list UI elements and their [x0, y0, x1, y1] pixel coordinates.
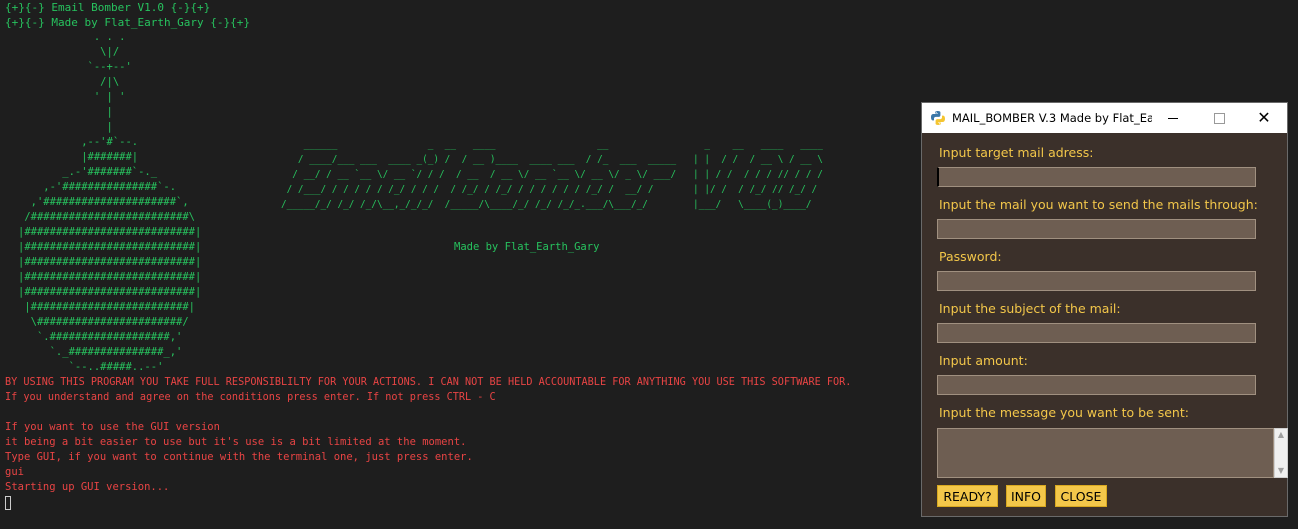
- message-textarea[interactable]: [937, 428, 1274, 478]
- user-input-echo: gui: [5, 466, 24, 478]
- scroll-down-icon[interactable]: ▼: [1275, 465, 1287, 477]
- message-scrollbar[interactable]: ▲ ▼: [1274, 428, 1288, 478]
- disclaimer-text: BY USING THIS PROGRAM YOU TAKE FULL RESP…: [5, 377, 852, 388]
- target-mail-input[interactable]: [937, 167, 1256, 187]
- target-mail-label: Input target mail adress:: [939, 145, 1094, 160]
- mail-bomber-window: MAIL_BOMBER V.3 Made by Flat_Ea... ✕ Inp…: [921, 102, 1288, 517]
- message-label: Input the message you want to be sent:: [939, 405, 1189, 420]
- amount-input[interactable]: [937, 375, 1256, 395]
- gui-info-line-3: Type GUI, if you want to continue with t…: [5, 451, 473, 463]
- gui-info-line-2: it being a bit easier to use but it's us…: [5, 436, 467, 448]
- minimize-icon: [1168, 117, 1178, 119]
- maximize-icon: [1213, 112, 1225, 124]
- window-titlebar[interactable]: MAIL_BOMBER V.3 Made by Flat_Ea... ✕: [922, 103, 1287, 133]
- sender-mail-input[interactable]: [937, 219, 1256, 239]
- maximize-button[interactable]: [1196, 103, 1242, 133]
- startup-message: Starting up GUI version...: [5, 481, 170, 493]
- sender-mail-label: Input the mail you want to send the mail…: [939, 197, 1258, 212]
- ready-button[interactable]: READY?: [937, 485, 998, 507]
- python-icon: [931, 111, 945, 125]
- terminal-cursor[interactable]: [5, 496, 11, 510]
- minimize-button[interactable]: [1150, 103, 1196, 133]
- subject-input[interactable]: [937, 323, 1256, 343]
- art-credit: Made by Flat_Earth_Gary: [454, 241, 600, 253]
- close-icon: ✕: [1257, 108, 1271, 127]
- window-close-button[interactable]: ✕: [1241, 103, 1287, 133]
- gui-info-line-1: If you want to use the GUI version: [5, 421, 220, 433]
- password-label: Password:: [939, 249, 1002, 264]
- bomb-ascii-art: . . . \|/ `--+--' /|\ ' | ' | | ,--'#`--…: [18, 31, 202, 373]
- scroll-up-icon[interactable]: ▲: [1275, 429, 1287, 441]
- close-button[interactable]: CLOSE: [1055, 485, 1107, 507]
- amount-label: Input amount:: [939, 353, 1028, 368]
- agree-prompt: If you understand and agree on the condi…: [5, 392, 496, 403]
- subject-label: Input the subject of the mail:: [939, 301, 1121, 316]
- password-input[interactable]: [937, 271, 1256, 291]
- title-ascii-art: ______ _ __ ____ __ _ __ ____ ____ / ___…: [281, 139, 823, 210]
- header-line-2: {+}{-} Made by Flat_Earth_Gary {-}{+}: [5, 16, 251, 29]
- header-line-1: {+}{-} Email Bomber V1.0 {-}{+}: [5, 1, 211, 14]
- window-title: MAIL_BOMBER V.3 Made by Flat_Ea...: [952, 111, 1152, 125]
- info-button[interactable]: INFO: [1006, 485, 1046, 507]
